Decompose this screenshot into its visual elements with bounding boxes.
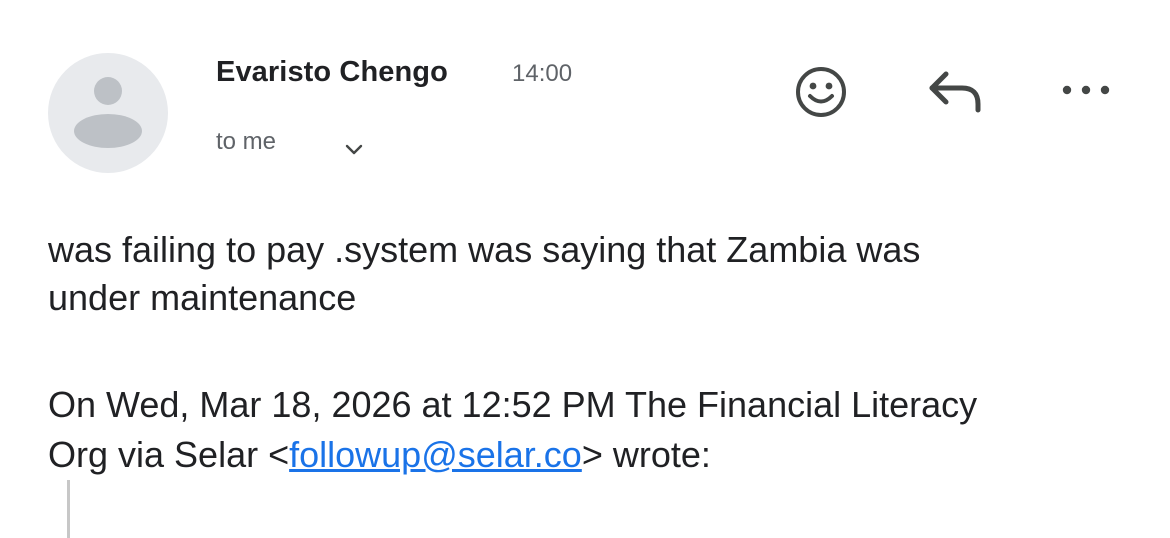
reply-arrow-icon [929, 71, 981, 113]
quote-header-line-1: On Wed, Mar 18, 2026 at 12:52 PM The Fin… [48, 384, 978, 425]
reply-button[interactable] [924, 64, 988, 116]
show-details-button[interactable] [342, 138, 366, 162]
default-person-avatar [74, 77, 142, 148]
message-body-line-2: under maintenance [48, 277, 357, 318]
sender-avatar[interactable] [48, 53, 168, 173]
chevron-down-icon [345, 144, 363, 155]
message-body: was failing to pay .system was saying th… [48, 226, 1138, 322]
quoted-message-header: On Wed, Mar 18, 2026 at 12:52 PM The Fin… [48, 380, 1138, 480]
more-horizontal-icon [1062, 85, 1110, 95]
quote-header-suffix: > wrote: [581, 434, 711, 475]
sender-email-link[interactable]: followup@selar.co [289, 434, 582, 475]
smiley-face-icon [796, 67, 846, 117]
quote-indent-bar [67, 480, 70, 538]
message-time: 14:00 [512, 60, 573, 87]
quote-header-prefix: Org via Selar < [48, 434, 290, 475]
message-body-line-1: was failing to pay .system was saying th… [48, 229, 921, 270]
recipient-label[interactable]: to me [216, 128, 276, 156]
more-options-button[interactable] [1058, 74, 1114, 106]
sender-name[interactable]: Evaristo Chengo [216, 56, 448, 89]
add-reaction-button[interactable] [792, 63, 850, 121]
